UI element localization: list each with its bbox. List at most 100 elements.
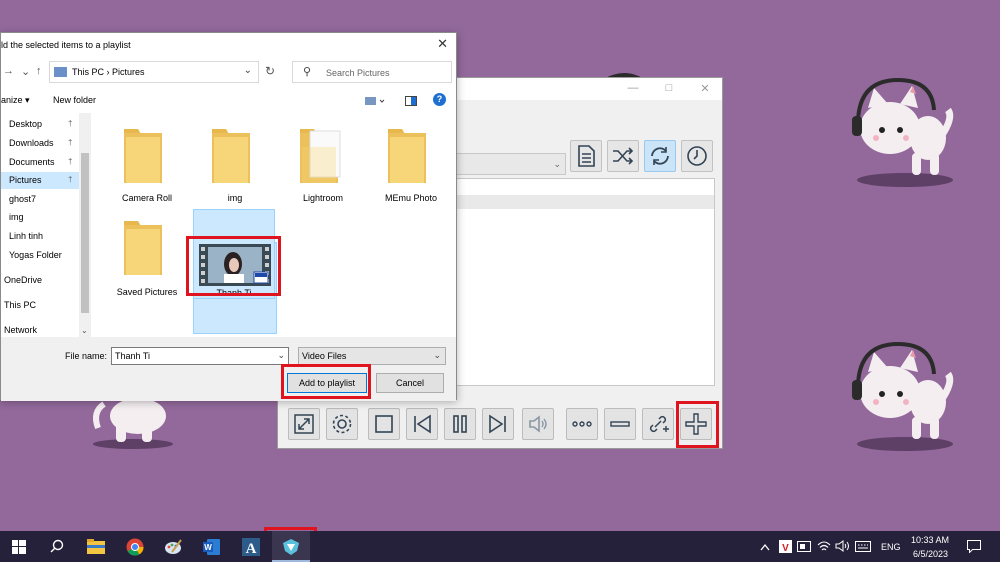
speaker-icon [529, 415, 547, 433]
folder-camera-roll[interactable]: Camera Roll [105, 115, 189, 207]
remove-button[interactable] [604, 408, 636, 440]
file-name-input[interactable]: Thanh Ti ⌄ [111, 347, 289, 365]
back-arrow-icon[interactable]: → [3, 65, 14, 77]
file-name-label: Saved Pictures [116, 287, 178, 297]
highlight-video-file [186, 236, 281, 296]
clock-time[interactable]: 10:33 AM [911, 535, 949, 545]
close-icon[interactable]: ✕ [437, 36, 448, 52]
folder-memu-photo[interactable]: MEmu Photo [369, 115, 453, 207]
document-icon [578, 145, 595, 167]
wifi-icon[interactable] [817, 540, 831, 552]
notification-icon[interactable] [967, 540, 981, 553]
timer-button[interactable] [681, 140, 713, 172]
search-icon [50, 539, 64, 553]
preview-pane-icon[interactable] [405, 96, 417, 106]
letter-a-icon: A [242, 538, 260, 556]
device-icon[interactable] [797, 541, 811, 552]
folder-img[interactable]: img [193, 115, 277, 207]
chevron-down-icon[interactable]: ⌄ [244, 65, 252, 76]
media-player-icon [283, 539, 299, 555]
taskbar-chrome[interactable] [116, 531, 154, 562]
svg-text:W: W [204, 543, 212, 552]
link-add-icon [649, 415, 669, 433]
nav-item-documents[interactable]: Documents † [1, 154, 79, 171]
folder-lightroom[interactable]: Lightroom [281, 115, 365, 207]
nav-item-linh-tinh[interactable]: Linh tinh [1, 228, 79, 245]
pause-icon [453, 415, 467, 433]
help-icon[interactable]: ? [433, 93, 446, 106]
chevron-down-icon[interactable]: ⌄ [21, 65, 30, 78]
next-button[interactable] [482, 408, 514, 440]
pause-button[interactable] [444, 408, 476, 440]
more-button[interactable] [566, 408, 598, 440]
nav-item-this-pc[interactable]: This PC [1, 297, 79, 314]
nav-item-ghost7[interactable]: ghost7 [1, 191, 79, 208]
more-icon [572, 421, 592, 427]
vietkey-icon[interactable]: V [779, 540, 792, 553]
view-options-icon[interactable] [365, 96, 385, 106]
new-folder-button[interactable]: New folder [53, 95, 96, 105]
previous-button[interactable] [406, 408, 438, 440]
shuffle-button[interactable] [607, 140, 639, 172]
nav-item-yogas-folder[interactable]: Yogas Folder [1, 247, 79, 264]
minimize-icon[interactable]: — [626, 82, 640, 94]
cat-sticker [852, 341, 954, 451]
playlist-row[interactable] [439, 195, 714, 209]
taskbar-typora[interactable]: A [232, 531, 270, 562]
folder-icon [212, 129, 250, 183]
windows-logo-icon [12, 540, 26, 554]
volume-icon[interactable] [835, 540, 849, 552]
address-bar[interactable]: This PC › Pictures ⌄ [49, 61, 259, 83]
start-button[interactable] [0, 531, 38, 562]
nav-item-pictures[interactable]: Pictures † [1, 172, 79, 189]
navigation-bar: → ⌄ ↑ This PC › Pictures ⌄ ↻ ⚲ Search Pi… [1, 61, 456, 83]
scrollbar-thumb[interactable] [81, 153, 89, 313]
keyboard-icon[interactable] [855, 541, 871, 552]
nav-scrollbar[interactable]: ⌄ [79, 113, 91, 337]
maximize-icon[interactable]: □ [662, 82, 676, 94]
search-input[interactable]: ⚲ Search Pictures [292, 61, 452, 83]
svg-text:V: V [782, 543, 789, 553]
taskbar: W A V ENG 10:33 AM 6/5/2023 [0, 531, 1000, 562]
chevron-down-icon[interactable]: ⌄ [277, 350, 285, 361]
close-icon[interactable]: ✕ [698, 82, 712, 95]
language-indicator[interactable]: ENG [881, 542, 901, 552]
file-type-select[interactable]: Video Files ⌄ [298, 347, 446, 365]
chrome-icon [126, 538, 144, 556]
up-arrow-icon[interactable]: ↑ [36, 65, 42, 77]
file-type-value: Video Files [302, 351, 347, 361]
player-controls [284, 406, 719, 442]
nav-item-desktop[interactable]: Desktop † [1, 116, 79, 133]
refresh-icon[interactable]: ↻ [265, 64, 275, 78]
cat-sticker [852, 77, 954, 187]
pictures-folder-icon [54, 67, 67, 77]
taskbar-media-player[interactable] [272, 531, 310, 562]
taskbar-paint[interactable] [154, 531, 192, 562]
folder-saved-pictures[interactable]: Saved Pictures [105, 209, 189, 301]
volume-button[interactable] [522, 408, 554, 440]
nav-item-img[interactable]: img [1, 209, 79, 226]
paint-palette-icon [165, 539, 182, 554]
nav-item-onedrive[interactable]: OneDrive [1, 272, 79, 289]
word-icon: W [203, 539, 220, 555]
clock-date[interactable]: 6/5/2023 [913, 549, 948, 559]
cancel-button[interactable]: Cancel [376, 373, 444, 393]
taskbar-file-explorer[interactable] [77, 531, 115, 562]
taskbar-word[interactable]: W [193, 531, 231, 562]
playlist-area[interactable] [438, 178, 715, 386]
chevron-down-icon[interactable]: ⌄ [81, 326, 88, 335]
stop-button[interactable] [368, 408, 400, 440]
highlight-add-to-playlist-button [281, 364, 371, 399]
settings-button[interactable] [326, 408, 358, 440]
taskbar-search-button[interactable] [38, 531, 76, 562]
fullscreen-button[interactable] [288, 408, 320, 440]
repeat-button[interactable] [644, 140, 676, 172]
playlist-doc-button[interactable] [570, 140, 602, 172]
organize-menu[interactable]: anize ▾ [1, 95, 30, 106]
navigation-pane: Desktop † Downloads † Documents † Pictures †… [1, 113, 91, 337]
nav-item-downloads[interactable]: Downloads † [1, 135, 79, 152]
add-url-button[interactable] [642, 408, 674, 440]
tray-overflow-icon[interactable] [760, 543, 770, 551]
file-name-label: File name: [65, 351, 108, 361]
pin-icon: † [68, 119, 73, 128]
